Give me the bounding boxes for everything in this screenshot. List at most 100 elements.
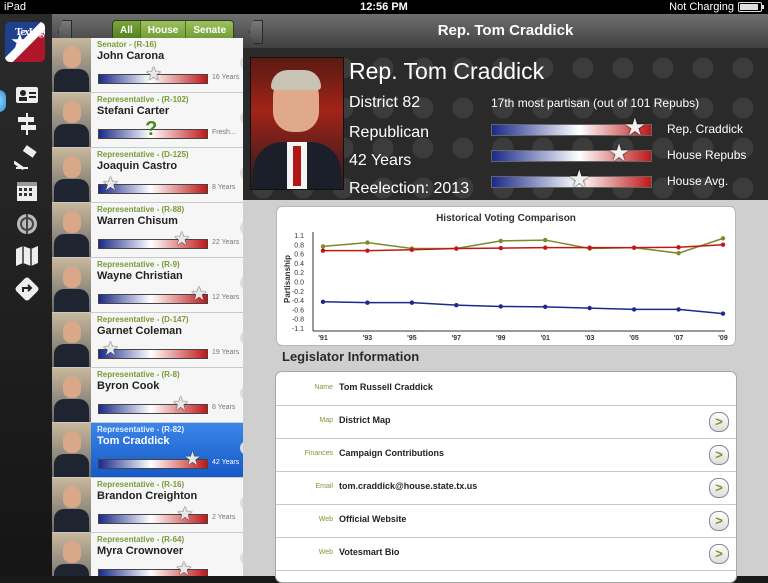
district-map-icon[interactable] xyxy=(14,243,40,269)
data-point xyxy=(720,242,726,247)
chevron-right-icon[interactable]: > xyxy=(709,511,729,531)
data-point xyxy=(543,237,548,243)
partisan-star-icon: ★ xyxy=(608,140,630,167)
series-line xyxy=(323,243,724,252)
data-point xyxy=(676,245,681,250)
party: Republican xyxy=(349,124,430,141)
info-row[interactable]: Email tom.craddick@house.state.tx.us > xyxy=(276,471,736,505)
data-point xyxy=(320,299,326,304)
legislator-photo xyxy=(250,57,344,190)
info-row[interactable]: Web Votesmart Bio > xyxy=(276,537,736,571)
voting-chart-card: Historical Voting Comparison Partisanship… xyxy=(276,206,736,346)
partisan-star-icon: ★ xyxy=(175,559,193,576)
data-point xyxy=(320,248,326,253)
selected-indicator xyxy=(0,90,6,112)
info-value: Campaign Contributions xyxy=(339,448,444,458)
data-point xyxy=(498,245,503,251)
partisan-star-icon: ★ xyxy=(173,229,191,250)
data-point xyxy=(498,238,503,244)
partisan-star-icon: ★ xyxy=(101,339,119,360)
y-tick-label: 0.0 xyxy=(294,280,304,287)
detail-header: Rep. Tom Craddick xyxy=(243,14,768,48)
list-item[interactable]: Representative - (R-16) Brandon Creighton… xyxy=(52,478,243,533)
data-point xyxy=(720,311,726,316)
partisan-star-icon: ★ xyxy=(145,64,163,85)
app-logo[interactable]: ★ TexLege xyxy=(5,22,45,62)
partisan-star-icon: ★ xyxy=(184,449,202,470)
data-point xyxy=(543,304,548,310)
info-row[interactable]: Map District Map > xyxy=(276,405,736,439)
data-point xyxy=(587,245,592,250)
y-tick-label: 0.6 xyxy=(294,252,304,259)
partisan-star-icon: ★ xyxy=(190,284,208,305)
legislator-name: Garnet Coleman xyxy=(97,325,182,337)
legislator-thumbnail xyxy=(52,423,91,477)
battery-icon xyxy=(738,2,764,12)
legislator-meta: Representative - (D-147) xyxy=(97,315,189,324)
info-value: Official Website xyxy=(339,514,407,524)
partisan-bar-label: House Avg. xyxy=(667,174,729,188)
bills-icon[interactable] xyxy=(12,145,40,171)
links-icon[interactable] xyxy=(14,276,40,302)
partisan-bar-label: Rep. Craddick xyxy=(667,122,744,136)
info-row: Name Tom Russell Craddick xyxy=(276,372,736,406)
legislator-thumbnail xyxy=(52,368,91,422)
legislator-name: Rep. Tom Craddick xyxy=(349,58,545,84)
partisan-star-icon: ★ xyxy=(172,394,190,415)
x-tick-label: '97 xyxy=(452,335,462,342)
y-tick-label: -0.2 xyxy=(292,289,304,296)
voting-history-chart: Historical Voting Comparison Partisanship… xyxy=(283,213,728,342)
list-item[interactable]: Representative - (R-102) Stefani Carter Fr… xyxy=(52,93,243,148)
x-tick-label: '05 xyxy=(629,335,639,342)
legislator-name: John Carona xyxy=(97,50,165,62)
chevron-right-icon[interactable]: > xyxy=(709,544,729,564)
partisan-star-icon: ★ xyxy=(568,166,590,193)
x-tick-label: '03 xyxy=(585,335,595,342)
years-served: Fresh... xyxy=(212,129,236,136)
legislator-name: Wayne Christian xyxy=(97,270,183,282)
x-tick-label: '01 xyxy=(540,335,550,342)
list-item[interactable]: Representative - (R-64) Myra Crownover ★ xyxy=(52,533,243,576)
icon-rail: ★ TexLege xyxy=(0,14,52,576)
committees-icon[interactable] xyxy=(14,111,40,137)
calendar-icon[interactable] xyxy=(14,178,40,204)
list-item[interactable]: Senator - (R-16) John Carona 16 Years ★ xyxy=(52,38,243,93)
y-tick-label: -0.4 xyxy=(292,298,304,305)
list-item[interactable]: Representative - (D-125) Joaquin Castro 8 … xyxy=(52,148,243,203)
chevron-right-icon[interactable]: > xyxy=(709,478,729,498)
legislator-name: Warren Chisum xyxy=(97,215,178,227)
list-item[interactable]: Representative - (R-9) Wayne Christian 12 … xyxy=(52,258,243,313)
info-row[interactable]: Finances Campaign Contributions > xyxy=(276,438,736,472)
legislator-meta: Representative - (R-82) xyxy=(97,425,185,434)
chevron-right-icon[interactable]: > xyxy=(709,412,729,432)
legislator-list-panel: All House Senate C Senator - (R-16)John … xyxy=(52,14,244,576)
list-item[interactable]: Representative - (R-8) Byron Cook 8 Years ★ xyxy=(52,368,243,423)
partisan-bar xyxy=(98,239,208,249)
legislator-name: Brandon Creighton xyxy=(97,490,198,502)
data-point xyxy=(631,307,637,312)
y-axis-label: Partisanship xyxy=(283,255,292,303)
detail-title: Rep. Tom Craddick xyxy=(437,22,574,39)
chevron-right-icon[interactable]: > xyxy=(709,445,729,465)
y-tick-label: -0.6 xyxy=(292,307,304,314)
capitol-map-icon[interactable] xyxy=(14,211,40,237)
y-tick-label: 1.1 xyxy=(294,233,304,240)
years-served: 2 Years xyxy=(212,514,236,521)
chart-title: Historical Voting Comparison xyxy=(436,213,576,224)
list-item[interactable]: Representative - (R-88) Warren Chisum 22 Y… xyxy=(52,203,243,258)
legislator-name: Myra Crownover xyxy=(97,545,184,557)
legislator-name: Tom Craddick xyxy=(97,435,170,447)
info-row[interactable]: Web Official Website > xyxy=(276,504,736,538)
legislators-icon[interactable] xyxy=(14,82,40,108)
partisan-bar-label: House Repubs xyxy=(667,148,747,162)
info-value: tom.craddick@house.state.tx.us xyxy=(339,481,478,491)
list-item[interactable]: Representative - (D-147) Garnet Coleman 19… xyxy=(52,313,243,368)
data-point xyxy=(320,244,326,249)
info-label: Map xyxy=(319,417,333,424)
list-item[interactable]: Representative - (R-82) Tom Craddick 42 Ye… xyxy=(52,423,243,478)
legislator-meta: Representative - (R-102) xyxy=(97,95,189,104)
legislator-name: Joaquin Castro xyxy=(97,160,178,172)
data-point xyxy=(631,245,637,250)
data-point xyxy=(587,305,592,311)
legislator-thumbnail xyxy=(52,38,91,92)
